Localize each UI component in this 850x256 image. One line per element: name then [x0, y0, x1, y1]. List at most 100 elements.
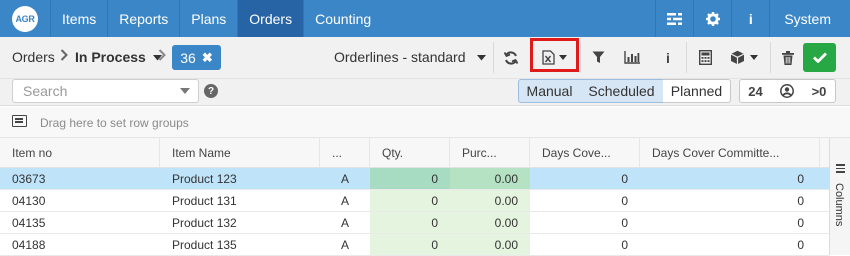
purc-cell[interactable]: 0.00: [450, 234, 530, 255]
chevron-right-icon: [158, 49, 166, 64]
days-cover-cell[interactable]: 0: [530, 212, 640, 233]
order-count: 36: [180, 49, 196, 66]
bar-chart-icon[interactable]: [616, 42, 648, 73]
days-cover-cell[interactable]: 0: [530, 168, 640, 189]
purc-cell[interactable]: 0.00: [450, 168, 530, 189]
item-no-cell[interactable]: 04135: [0, 212, 160, 233]
search-placeholder: Search: [23, 83, 68, 99]
item-name-cell[interactable]: Product 135: [160, 234, 320, 255]
trash-icon[interactable]: [772, 42, 804, 73]
orders-toolbar: Orders In Process 36 ✖ Orderlines - stan…: [0, 37, 850, 79]
check-icon: [812, 52, 827, 63]
grid-header: Item no Item Name ... Qty. Purc... Days …: [0, 138, 829, 168]
flag-cell[interactable]: A: [320, 168, 370, 189]
toolbar-divider: [686, 42, 687, 73]
grid-body: 03673 Product 123 A 0 0.00 0 0 04130 Pro…: [0, 168, 829, 256]
nav-reports[interactable]: Reports: [107, 0, 179, 37]
status-dropdown[interactable]: In Process: [75, 49, 162, 65]
purc-cell[interactable]: 0.00: [450, 212, 530, 233]
nav-system[interactable]: System: [769, 0, 850, 37]
item-name-cell[interactable]: Product 132: [160, 212, 320, 233]
columns-side-panel[interactable]: Columns: [829, 138, 850, 255]
logo[interactable]: AGR: [0, 0, 50, 37]
column-header-qty[interactable]: Qty.: [370, 138, 450, 168]
days-cover-committed-cell[interactable]: 0: [640, 212, 816, 233]
days-cover-committed-cell[interactable]: 0: [640, 168, 816, 189]
nav-items[interactable]: Items: [50, 0, 107, 37]
top-nav: AGR Items Reports Plans Orders Counting …: [0, 0, 850, 37]
user-circle-icon: [780, 84, 794, 98]
item-no-cell[interactable]: 04188: [0, 234, 160, 255]
qty-cell[interactable]: 0: [370, 212, 450, 233]
flag-cell[interactable]: A: [320, 234, 370, 255]
filter-icon[interactable]: [582, 42, 614, 73]
nav-counting[interactable]: Counting: [303, 0, 382, 37]
row-group-icon: [12, 115, 27, 127]
columns-label[interactable]: Columns: [833, 183, 845, 226]
help-icon[interactable]: ?: [204, 84, 218, 98]
search-row: Search ? Manual Scheduled Planned 24 >0: [0, 79, 850, 106]
user-filter[interactable]: [771, 79, 804, 103]
column-header-days-cover-committed[interactable]: Days Cover Committe...: [640, 138, 820, 168]
caret-down-icon: [750, 55, 758, 60]
toolbar-divider: [770, 42, 771, 73]
column-header-purc[interactable]: Purc...: [450, 138, 530, 168]
qty-cell[interactable]: 0: [370, 190, 450, 211]
caret-down-icon[interactable]: [180, 88, 190, 94]
column-header-item-name[interactable]: Item Name: [160, 138, 320, 168]
chevron-right-icon: [60, 49, 68, 64]
highlight-box: [530, 38, 579, 72]
table-row[interactable]: 04188 Product 135 A 0 0.00 0 0: [0, 234, 829, 256]
filter-gt0[interactable]: >0: [803, 79, 836, 103]
days-cover-cell[interactable]: 0: [530, 234, 640, 255]
item-name-cell[interactable]: Product 131: [160, 190, 320, 211]
qty-cell[interactable]: 0: [370, 234, 450, 255]
list-icon[interactable]: [655, 0, 693, 37]
qty-cell[interactable]: 0: [370, 168, 450, 189]
close-icon[interactable]: ✖: [202, 50, 213, 66]
table-row[interactable]: 04130 Product 131 A 0 0.00 0 0: [0, 190, 829, 212]
toolbar-divider: [493, 42, 494, 73]
item-name-cell[interactable]: Product 123: [160, 168, 320, 189]
toolbar-divider: [580, 42, 581, 73]
table-row[interactable]: 03673 Product 123 A 0 0.00 0 0: [0, 168, 829, 190]
view-label: Orderlines - standard: [334, 49, 466, 65]
order-count-badge[interactable]: 36 ✖: [172, 45, 221, 70]
box-icon: [730, 50, 745, 65]
info-icon[interactable]: i: [652, 42, 684, 73]
logo-badge: AGR: [12, 5, 38, 32]
breadcrumb-orders[interactable]: Orders: [12, 49, 55, 65]
status-label: In Process: [75, 49, 146, 65]
confirm-button[interactable]: [803, 43, 836, 72]
column-header-days-cover[interactable]: Days Cove...: [530, 138, 640, 168]
row-group-hint: Drag here to set row groups: [40, 116, 189, 130]
item-no-cell[interactable]: 03673: [0, 168, 160, 189]
column-header-flag[interactable]: ...: [320, 138, 370, 168]
calculator-icon[interactable]: [689, 42, 721, 73]
refresh-icon[interactable]: [495, 42, 527, 73]
search-input[interactable]: Search: [12, 79, 199, 103]
item-no-cell[interactable]: 04130: [0, 190, 160, 211]
table-row[interactable]: 04135 Product 132 A 0 0.00 0 0: [0, 212, 829, 234]
nav-orders[interactable]: Orders: [237, 0, 304, 37]
view-selector[interactable]: Orderlines - standard: [334, 49, 487, 65]
box-dropdown-button[interactable]: [723, 42, 765, 73]
days-cover-committed-cell[interactable]: 0: [640, 234, 816, 255]
filter-24[interactable]: 24: [739, 79, 772, 103]
caret-down-icon: [477, 55, 487, 61]
days-cover-committed-cell[interactable]: 0: [640, 190, 816, 211]
gear-icon[interactable]: [693, 0, 731, 37]
column-header-item-no[interactable]: Item no: [0, 138, 160, 168]
tab-manual[interactable]: Manual: [518, 79, 581, 103]
columns-icon: [836, 164, 845, 173]
nav-plans[interactable]: Plans: [179, 0, 237, 37]
tab-scheduled[interactable]: Scheduled: [580, 79, 664, 103]
flag-cell[interactable]: A: [320, 212, 370, 233]
days-cover-cell[interactable]: 0: [530, 190, 640, 211]
row-group-dropzone[interactable]: Drag here to set row groups: [0, 107, 850, 138]
flag-cell[interactable]: A: [320, 190, 370, 211]
info-icon[interactable]: i: [731, 0, 769, 37]
tab-planned[interactable]: Planned: [663, 79, 731, 103]
purc-cell[interactable]: 0.00: [450, 190, 530, 211]
